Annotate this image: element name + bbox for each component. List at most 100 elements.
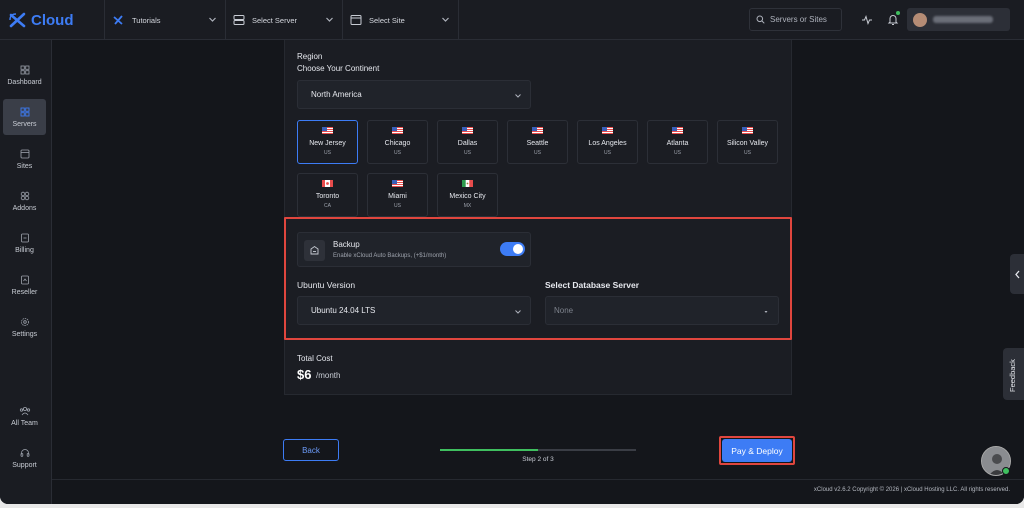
region-country: US [744, 150, 751, 156]
ubuntu-version-select[interactable]: Ubuntu 24.04 LTS [297, 296, 531, 325]
sidebar-item-label: All Team [11, 419, 38, 427]
region-tile[interactable]: Toronto CA [297, 173, 358, 217]
feedback-tab[interactable]: Feedback [1003, 348, 1024, 400]
user-menu[interactable] [907, 8, 1010, 31]
chevron-down-icon [326, 17, 333, 22]
region-tile[interactable]: New Jersey US [297, 120, 358, 164]
sidebar-item-addons[interactable]: Addons [3, 183, 46, 219]
search-input[interactable]: Servers or Sites [749, 8, 842, 31]
activity-icon[interactable] [861, 14, 873, 26]
sidebar-item-label: Servers [12, 120, 37, 128]
region-country: CA [324, 203, 331, 209]
continent-label: Choose Your Continent [297, 64, 380, 73]
region-tile[interactable]: Mexico City MX [437, 173, 498, 217]
team-icon [19, 406, 30, 415]
chevron-down-icon [209, 17, 216, 22]
select-site-dropdown[interactable]: Select Site [350, 0, 458, 40]
us-flag-icon [742, 127, 753, 134]
sidebar-item-support[interactable]: Support [3, 440, 46, 476]
select-server-label: Select Server [252, 15, 298, 25]
region-city: Mexico City [449, 193, 486, 200]
avatar [913, 12, 927, 27]
servers-icon [20, 107, 29, 116]
pay-and-deploy-button[interactable]: Pay & Deploy [722, 439, 792, 462]
region-country: US [604, 150, 611, 156]
region-country: US [534, 150, 541, 156]
xcloud-logo-icon [9, 12, 26, 28]
backup-description: Enable xCloud Auto Backups, (+$1/month) [333, 253, 447, 259]
feedback-label: Feedback [1008, 359, 1017, 392]
region-tile[interactable]: Chicago US [367, 120, 428, 164]
sidebar-item-all-team[interactable]: All Team [3, 398, 46, 434]
select-server-dropdown[interactable]: Select Server [233, 0, 342, 40]
progress-fill [440, 449, 538, 451]
sidebar-item-reseller[interactable]: Reseller [3, 267, 46, 303]
select-site-label: Select Site [369, 15, 405, 25]
continent-value: North America [311, 90, 362, 99]
search-icon [756, 15, 765, 24]
us-flag-icon [392, 127, 403, 134]
divider [104, 0, 105, 40]
sidebar-item-settings[interactable]: Settings [3, 309, 46, 345]
back-button[interactable]: Back [283, 439, 339, 461]
collapse-panel-tab[interactable] [1010, 254, 1024, 294]
region-country: MX [463, 203, 472, 209]
region-label: Region [297, 52, 323, 61]
gear-icon [20, 317, 29, 326]
region-tile[interactable]: Los Angeles US [577, 120, 638, 164]
region-city: Silicon Valley [726, 140, 769, 147]
us-flag-icon [532, 127, 543, 134]
backup-toggle[interactable] [500, 242, 525, 256]
sidebar-item-label: Addons [12, 204, 37, 212]
tutorials-dropdown[interactable]: Tutorials [112, 0, 225, 40]
headset-icon [20, 448, 29, 457]
toggle-knob [513, 244, 523, 254]
region-country: US [324, 150, 331, 156]
chevron-down-icon [515, 94, 521, 98]
ubuntu-version-value: Ubuntu 24.04 LTS [311, 306, 376, 315]
sidebar-item-billing[interactable]: Billing [3, 225, 46, 261]
region-tile[interactable]: Dallas US [437, 120, 498, 164]
backup-title: Backup [333, 240, 360, 249]
tutorials-icon [113, 14, 123, 25]
sidebar-item-label: Settings [11, 330, 38, 338]
database-server-select[interactable]: None [545, 296, 779, 325]
region-city: Dallas [457, 140, 478, 147]
sidebar-item-servers[interactable]: Servers [3, 99, 46, 135]
region-tile[interactable]: Seattle US [507, 120, 568, 164]
top-bar: Cloud Tutorials Select Server Select Sit… [0, 0, 1024, 40]
divider [342, 0, 343, 40]
logo-text: Cloud [31, 11, 74, 29]
sidebar-item-dashboard[interactable]: Dashboard [3, 57, 46, 93]
region-country: US [464, 150, 471, 156]
sidebar-item-sites[interactable]: Sites [3, 141, 46, 177]
total-cost-label: Total Cost [297, 354, 333, 363]
region-city: Toronto [315, 193, 340, 200]
divider [225, 0, 226, 40]
region-tile[interactable]: Atlanta US [647, 120, 708, 164]
site-icon [350, 15, 362, 25]
divider [458, 0, 459, 40]
caret-down-icon [764, 311, 768, 313]
total-cost-unit: /month [316, 371, 341, 380]
step-progress-bar [440, 449, 636, 451]
region-country: US [674, 150, 681, 156]
backup-icon [304, 240, 325, 261]
sidebar-item-label: Dashboard [7, 78, 42, 86]
database-server-value: None [554, 306, 574, 315]
region-tile[interactable]: Silicon Valley US [717, 120, 778, 164]
app-window: Cloud Tutorials Select Server Select Sit… [0, 0, 1024, 504]
ubuntu-version-label: Ubuntu Version [297, 280, 356, 290]
online-status-dot [1002, 467, 1010, 475]
continent-select[interactable]: North America [297, 80, 531, 109]
sidebar-item-label: Reseller [11, 288, 38, 296]
region-tile[interactable]: Miami US [367, 173, 428, 217]
dashboard-icon [20, 65, 29, 74]
total-cost-value: $6 [297, 367, 312, 382]
us-flag-icon [602, 127, 613, 134]
mexico-flag-icon [462, 180, 473, 187]
region-country: US [394, 150, 401, 156]
chevron-left-icon [1014, 270, 1019, 278]
canada-flag-icon [322, 180, 333, 187]
logo[interactable]: Cloud [8, 9, 74, 31]
